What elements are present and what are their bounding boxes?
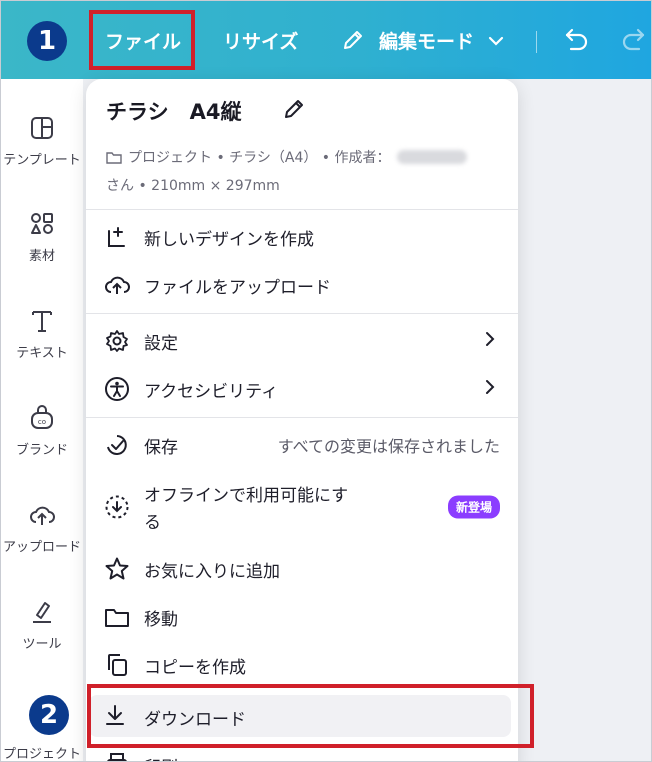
upload-cloud-icon (30, 506, 55, 525)
design-meta-line1: プロジェクト • チラシ（A4） • 作成者： (106, 147, 467, 167)
sidebar-item-brand[interactable]: co ブランド (1, 405, 83, 458)
sidebar-item-upload[interactable]: アップロード (1, 502, 83, 555)
menu-item-label: ファイルをアップロード (144, 277, 331, 298)
download-icon (103, 703, 127, 731)
sidebar-item-elements[interactable]: 素材 (1, 211, 83, 264)
accessibility-icon (103, 375, 131, 403)
chevron-down-icon[interactable] (487, 33, 505, 52)
menu-item-label-cont: る (144, 513, 161, 533)
sidebar-label: プロジェクト (2, 747, 81, 762)
menu-item-new-design[interactable]: 新しいデザインを作成 (86, 215, 518, 259)
menu-item-upload-file[interactable]: ファイルをアップロード (86, 263, 518, 307)
undo-icon[interactable] (561, 27, 591, 57)
left-sidebar: テンプレート 素材 テキスト co ブランド アップロード ツール プロジェクト (1, 79, 83, 762)
elements-icon (31, 213, 53, 234)
text-icon (32, 311, 52, 332)
star-icon (103, 555, 131, 583)
gear-icon (103, 327, 131, 355)
toolbar-divider (536, 31, 537, 53)
sidebar-label: ツール (22, 637, 62, 652)
template-icon (31, 117, 53, 139)
offline-download-icon (103, 493, 131, 521)
sidebar-label: テンプレート (3, 153, 81, 168)
redo-icon[interactable] (619, 27, 649, 57)
copy-icon (103, 651, 131, 679)
menu-item-label: オフラインで利用可能にす (144, 486, 349, 506)
app-frame: 1 ファイル リサイズ 編集モード テンプレート 素材 テキスト co ブランド… (0, 0, 652, 762)
sidebar-item-project[interactable]: プロジェクト (1, 735, 83, 762)
menu-item-save[interactable]: 保存 すべての変更は保存されました (86, 423, 518, 467)
chevron-right-icon (484, 330, 496, 352)
cloud-check-icon (103, 431, 131, 459)
tools-icon (33, 602, 51, 623)
step-2-badge: 2 (29, 695, 69, 735)
menu-item-label: 保存 (144, 437, 178, 458)
menu-item-label: アクセシビリティ (144, 381, 279, 402)
print-icon (103, 749, 131, 761)
design-meta-text: プロジェクト • チラシ（A4） • 作成者： (128, 150, 391, 166)
design-meta-line2: さん • 210mm × 297mm (106, 178, 280, 194)
menu-item-label: コピーを作成 (144, 657, 246, 678)
menu-item-label: 印刷 (144, 753, 178, 761)
menu-divider (86, 313, 518, 314)
menu-item-settings[interactable]: 設定 (86, 319, 518, 363)
design-title[interactable]: チラシ A4縦 (106, 96, 241, 126)
menu-item-label: 設定 (144, 333, 178, 354)
save-status-text: すべての変更は保存されました (277, 437, 500, 456)
sidebar-label: テキスト (16, 346, 68, 361)
author-name-redacted (396, 150, 467, 164)
new-badge: 新登場 (447, 495, 500, 519)
menu-item-move[interactable]: 移動 (86, 595, 518, 639)
sidebar-label: ブランド (15, 443, 68, 458)
menu-item-label: 移動 (144, 609, 178, 630)
menu-item-label: お気に入りに追加 (144, 561, 280, 582)
sidebar-item-template[interactable]: テンプレート (1, 115, 83, 168)
sidebar-label: 素材 (28, 249, 55, 264)
menu-item-print[interactable]: 印刷 (86, 739, 518, 761)
menu-item-label: ダウンロード (144, 710, 246, 730)
top-bar: 1 ファイル リサイズ 編集モード (1, 1, 651, 79)
svg-text:co: co (38, 418, 46, 426)
folder-icon (106, 152, 122, 164)
edit-title-pencil-icon[interactable] (282, 97, 306, 125)
upload-cloud-icon (103, 271, 131, 299)
file-menu-button[interactable]: ファイル (105, 27, 181, 54)
menu-divider (86, 209, 518, 210)
menu-item-offline[interactable]: オフラインで利用可能にす る 新登場 (86, 475, 518, 539)
menu-item-label: 新しいデザインを作成 (144, 229, 314, 250)
edit-mode-button[interactable]: 編集モード (379, 27, 474, 54)
menu-divider (86, 417, 518, 418)
new-design-plus-icon (103, 223, 131, 251)
file-menu-panel: チラシ A4縦 プロジェクト • チラシ（A4） • 作成者： さん • 210… (86, 79, 518, 761)
menu-item-download[interactable]: ダウンロード (89, 695, 511, 737)
menu-item-favorite[interactable]: お気に入りに追加 (86, 547, 518, 591)
resize-button[interactable]: リサイズ (223, 27, 298, 54)
menu-item-copy[interactable]: コピーを作成 (86, 643, 518, 687)
menu-item-accessibility[interactable]: アクセシビリティ (86, 367, 518, 411)
chevron-right-icon (484, 378, 496, 400)
sidebar-label: アップロード (2, 540, 81, 555)
sidebar-item-text[interactable]: テキスト (1, 308, 83, 361)
sidebar-item-tools[interactable]: ツール (1, 599, 83, 652)
step-1-badge: 1 (27, 21, 67, 61)
brand-icon: co (31, 405, 53, 429)
folder-icon (103, 603, 131, 631)
pencil-icon (341, 28, 365, 56)
